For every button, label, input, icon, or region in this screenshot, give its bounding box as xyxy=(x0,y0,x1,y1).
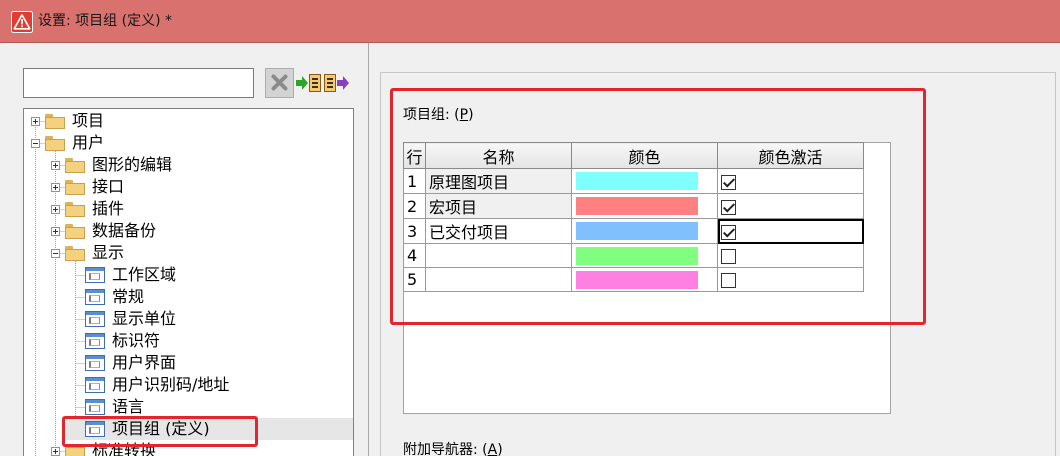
folder-icon xyxy=(65,224,85,239)
expand-icon[interactable] xyxy=(51,183,60,192)
tree-item-display[interactable]: 显示 xyxy=(24,242,353,264)
tree-item-label: 接口 xyxy=(92,177,125,196)
search-next-button[interactable] xyxy=(323,69,351,97)
folder-icon xyxy=(65,158,85,173)
tree-item-label: 显示单位 xyxy=(112,309,177,328)
arrow-into-box-icon xyxy=(296,74,321,92)
settings-tree[interactable]: 项目 用户 图形的编辑 接口 插件 数据备份 显示 工作区域 常规 显示单位 标… xyxy=(23,108,354,456)
settings-page-icon xyxy=(85,399,105,415)
additional-navigator-section: 附加导航器: (A) xyxy=(403,441,603,456)
label-text: 附加导航器: ( xyxy=(403,442,488,456)
expand-icon[interactable] xyxy=(51,205,60,214)
additional-navigator-label: 附加导航器: (A) xyxy=(403,441,603,456)
tree-item-label: 常规 xyxy=(112,287,145,306)
settings-page-icon xyxy=(85,311,105,327)
title-bar[interactable]: 设置: 项目组 (定义) * xyxy=(0,0,1060,43)
folder-icon xyxy=(45,114,65,129)
settings-page-icon xyxy=(85,289,105,305)
annotation-box-tree-item xyxy=(62,416,258,447)
clear-search-button[interactable] xyxy=(265,68,294,98)
tree-item-addins[interactable]: 插件 xyxy=(24,198,353,220)
collapse-icon[interactable] xyxy=(51,249,60,258)
expand-icon[interactable] xyxy=(51,227,60,236)
tree-item-label: 显示 xyxy=(92,243,125,262)
settings-page-icon xyxy=(85,267,105,283)
tree-item-graphical-editing[interactable]: 图形的编辑 xyxy=(24,154,353,176)
tree-item-label: 工作区域 xyxy=(112,265,177,284)
tree-item-label: 数据备份 xyxy=(92,221,157,240)
tree-item-label: 用户界面 xyxy=(112,353,177,372)
tree-search-input[interactable] xyxy=(23,68,254,98)
settings-page-icon xyxy=(85,333,105,349)
box-arrow-out-icon xyxy=(324,74,349,92)
tree-item-interfaces[interactable]: 接口 xyxy=(24,176,353,198)
tree-item-general[interactable]: 常规 xyxy=(24,286,353,308)
access-key: A xyxy=(487,442,498,456)
tree-item-backup[interactable]: 数据备份 xyxy=(24,220,353,242)
tree-item-user-interface[interactable]: 用户界面 xyxy=(24,352,353,374)
tree-item-language[interactable]: 语言 xyxy=(24,396,353,418)
expand-icon[interactable] xyxy=(51,447,60,456)
tree-item-identifiers[interactable]: 标识符 xyxy=(24,330,353,352)
tree-item-label: 标识符 xyxy=(112,331,161,350)
tree-item-display-units[interactable]: 显示单位 xyxy=(24,308,353,330)
warning-triangle-icon xyxy=(11,11,33,33)
tree-item-label: 项目 xyxy=(72,111,105,130)
tree-item-user-id-address[interactable]: 用户识别码/地址 xyxy=(24,374,353,396)
folder-icon xyxy=(65,246,85,261)
tree-item-label: 语言 xyxy=(112,397,145,416)
tree-item-label: 用户 xyxy=(72,133,105,152)
clear-icon xyxy=(271,74,288,91)
annotation-box-grid xyxy=(390,88,926,325)
window-title: 设置: 项目组 (定义) * xyxy=(38,13,172,29)
folder-icon xyxy=(65,202,85,217)
tree-item-label: 用户识别码/地址 xyxy=(112,375,230,394)
folder-icon xyxy=(65,180,85,195)
tree-item-label: 图形的编辑 xyxy=(92,155,173,174)
tree-item-label: 插件 xyxy=(92,199,125,218)
settings-page-icon xyxy=(85,355,105,371)
search-previous-button[interactable] xyxy=(295,69,323,97)
tree-item-project[interactable]: 项目 xyxy=(24,110,353,132)
label-text: ) xyxy=(497,442,503,456)
settings-page-icon xyxy=(85,377,105,393)
collapse-icon[interactable] xyxy=(31,139,40,148)
folder-icon xyxy=(45,136,65,151)
tree-item-user[interactable]: 用户 xyxy=(24,132,353,154)
expand-icon[interactable] xyxy=(51,161,60,170)
expand-icon[interactable] xyxy=(31,117,40,126)
tree-item-workspace[interactable]: 工作区域 xyxy=(24,264,353,286)
